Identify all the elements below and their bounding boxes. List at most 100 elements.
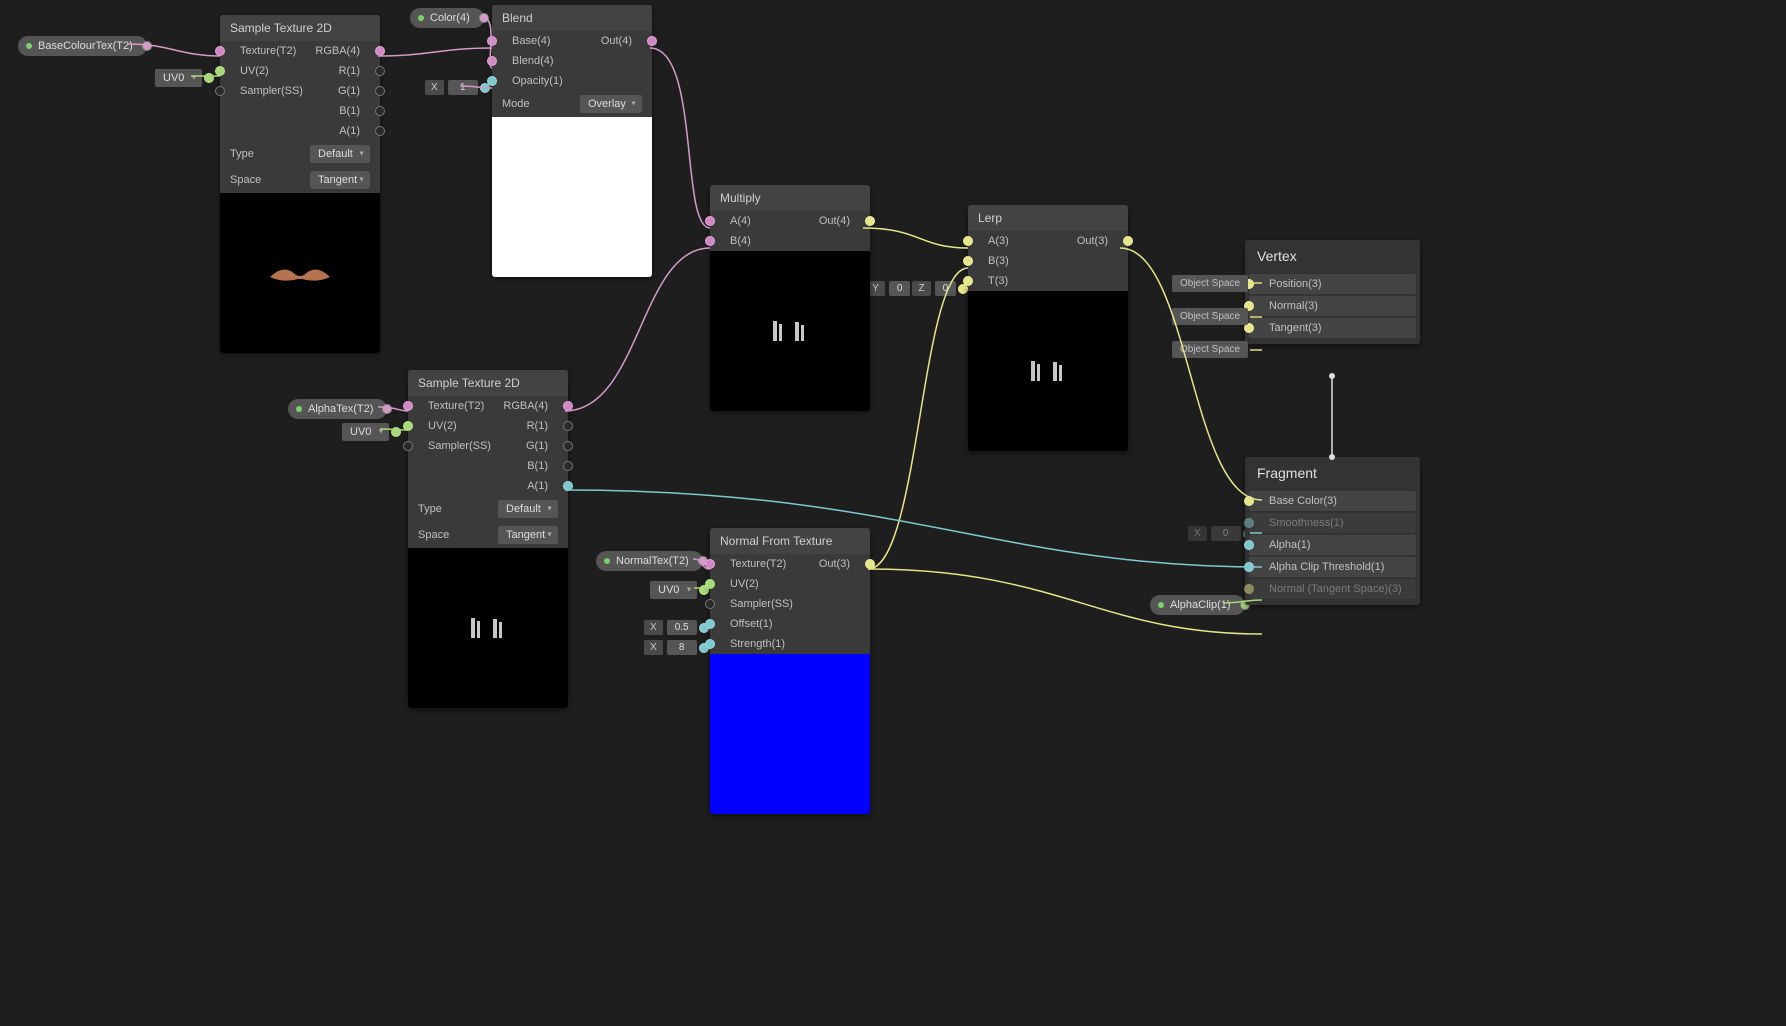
port-sampler[interactable]: [403, 441, 413, 451]
shader-graph-canvas[interactable]: BaseColourTex(T2) Color(4) AlphaTex(T2) …: [0, 0, 1786, 1026]
uv-dropdown-field[interactable]: UV0: [155, 69, 214, 87]
port-base[interactable]: [487, 36, 497, 46]
input-label: UV(2): [228, 65, 300, 77]
port-offset[interactable]: [705, 619, 715, 629]
port-uv[interactable]: [215, 66, 225, 76]
node-vertex-master[interactable]: Vertex Position(3) Normal(3) Tangent(3): [1245, 240, 1420, 344]
node-normal-from-texture[interactable]: Normal From Texture Texture(T2) Out(3) U…: [710, 528, 870, 814]
node-title: Vertex: [1245, 240, 1420, 272]
node-sample-texture-2d-1[interactable]: Sample Texture 2D Texture(T2) RGBA(4) UV…: [220, 15, 380, 353]
port-r[interactable]: [563, 421, 573, 431]
port-blend[interactable]: [487, 56, 497, 66]
output-label: Out(4): [572, 35, 644, 47]
input-label: Tangent(3): [1257, 322, 1408, 334]
opacity-x-field[interactable]: X 1: [425, 80, 490, 95]
node-blend[interactable]: Blend Base(4) Out(4) Blend(4) Opacity(1)…: [492, 5, 652, 277]
port-a[interactable]: [563, 481, 573, 491]
port-b[interactable]: [705, 236, 715, 246]
port-out[interactable]: [865, 216, 875, 226]
uv-dropdown[interactable]: UV0: [155, 69, 202, 87]
port-texture[interactable]: [705, 559, 715, 569]
node-multiply[interactable]: Multiply A(4) Out(4) B(4): [710, 185, 870, 411]
space-badge: Object Space: [1172, 275, 1248, 292]
settings-label: Space: [418, 529, 449, 541]
space-dropdown[interactable]: Tangent: [498, 526, 558, 544]
port-uv[interactable]: [403, 421, 413, 431]
x-value[interactable]: 0: [1211, 526, 1241, 541]
node-sample-texture-2d-2[interactable]: Sample Texture 2D Texture(T2) RGBA(4) UV…: [408, 370, 568, 708]
port-r[interactable]: [375, 66, 385, 76]
output-label: G(1): [303, 85, 372, 97]
x-value[interactable]: 8: [667, 640, 697, 655]
port-out[interactable]: [647, 36, 657, 46]
output-label: Out(3): [1048, 235, 1120, 247]
z-value[interactable]: 0: [935, 281, 957, 296]
node-fragment-master[interactable]: Fragment Base Color(3) Smoothness(1) Alp…: [1245, 457, 1420, 605]
node-title: Multiply: [710, 185, 870, 211]
port-strength[interactable]: [705, 639, 715, 649]
pill-output-port[interactable]: [479, 13, 489, 23]
smoothness-x-field[interactable]: X 0: [1188, 526, 1253, 541]
port-a[interactable]: [375, 126, 385, 136]
offset-x-field[interactable]: X 0.5: [644, 620, 709, 635]
property-pill-alphatex[interactable]: AlphaTex(T2): [288, 399, 387, 419]
port-out[interactable]: [1123, 236, 1133, 246]
property-pill-alphaclip[interactable]: AlphaClip(1): [1150, 595, 1245, 615]
output-label: RGBA(4): [488, 400, 560, 412]
node-preview: [710, 251, 870, 411]
property-pill-normaltex[interactable]: NormalTex(T2): [596, 551, 703, 571]
port-a[interactable]: [705, 216, 715, 226]
uv-dropdown-field-2[interactable]: UV0: [342, 423, 401, 441]
property-pill-color4[interactable]: Color(4): [410, 8, 484, 28]
port-b[interactable]: [375, 106, 385, 116]
input-label: Position(3): [1257, 278, 1408, 290]
port-sampler[interactable]: [215, 86, 225, 96]
node-lerp[interactable]: Lerp A(3) Out(3) B(3) T(3): [968, 205, 1128, 451]
mode-dropdown[interactable]: Overlay: [580, 95, 642, 113]
port-out[interactable]: [204, 73, 214, 83]
output-label: B(1): [416, 460, 560, 472]
strength-x-field[interactable]: X 8: [644, 640, 709, 655]
port-normal-ts[interactable]: [1244, 584, 1254, 594]
port-g[interactable]: [375, 86, 385, 96]
port-out[interactable]: [391, 427, 401, 437]
port-alphaclipthreshold[interactable]: [1244, 562, 1254, 572]
port-basecolor[interactable]: [1244, 496, 1254, 506]
x-prefix: X: [1188, 526, 1207, 541]
port-sampler[interactable]: [705, 599, 715, 609]
pill-output-port[interactable]: [382, 404, 392, 414]
type-dropdown[interactable]: Default: [498, 500, 558, 518]
pill-dot-icon: [26, 43, 32, 49]
port-smoothness[interactable]: [1244, 518, 1254, 528]
node-title: Normal From Texture: [710, 528, 870, 554]
port-out[interactable]: [865, 559, 875, 569]
input-label: Texture(T2): [228, 45, 300, 57]
y-value[interactable]: 0: [889, 281, 911, 296]
port-rgba[interactable]: [375, 46, 385, 56]
port-uv[interactable]: [705, 579, 715, 589]
input-label: Texture(T2): [718, 558, 790, 570]
port-texture[interactable]: [215, 46, 225, 56]
pill-output-port[interactable]: [142, 41, 152, 51]
x-value[interactable]: 0.5: [667, 620, 697, 635]
uv-dropdown[interactable]: UV0: [650, 581, 697, 599]
property-pill-basecolortex[interactable]: BaseColourTex(T2): [18, 36, 147, 56]
uv-dropdown[interactable]: UV0: [342, 423, 389, 441]
port-b[interactable]: [963, 256, 973, 266]
port-opacity[interactable]: [487, 76, 497, 86]
port-g[interactable]: [563, 441, 573, 451]
input-label: A(3): [976, 235, 1048, 247]
port-rgba[interactable]: [563, 401, 573, 411]
port-a[interactable]: [963, 236, 973, 246]
port-texture[interactable]: [403, 401, 413, 411]
port-t[interactable]: [963, 276, 973, 286]
port-alpha[interactable]: [1244, 540, 1254, 550]
type-dropdown[interactable]: Default: [310, 145, 370, 163]
uv-dropdown-field-3[interactable]: UV0: [650, 581, 709, 599]
output-label: R(1): [488, 420, 560, 432]
port-b[interactable]: [563, 461, 573, 471]
space-dropdown[interactable]: Tangent: [310, 171, 370, 189]
x-value[interactable]: 1: [448, 80, 478, 95]
input-label: UV(2): [416, 420, 488, 432]
input-label: A(4): [718, 215, 790, 227]
